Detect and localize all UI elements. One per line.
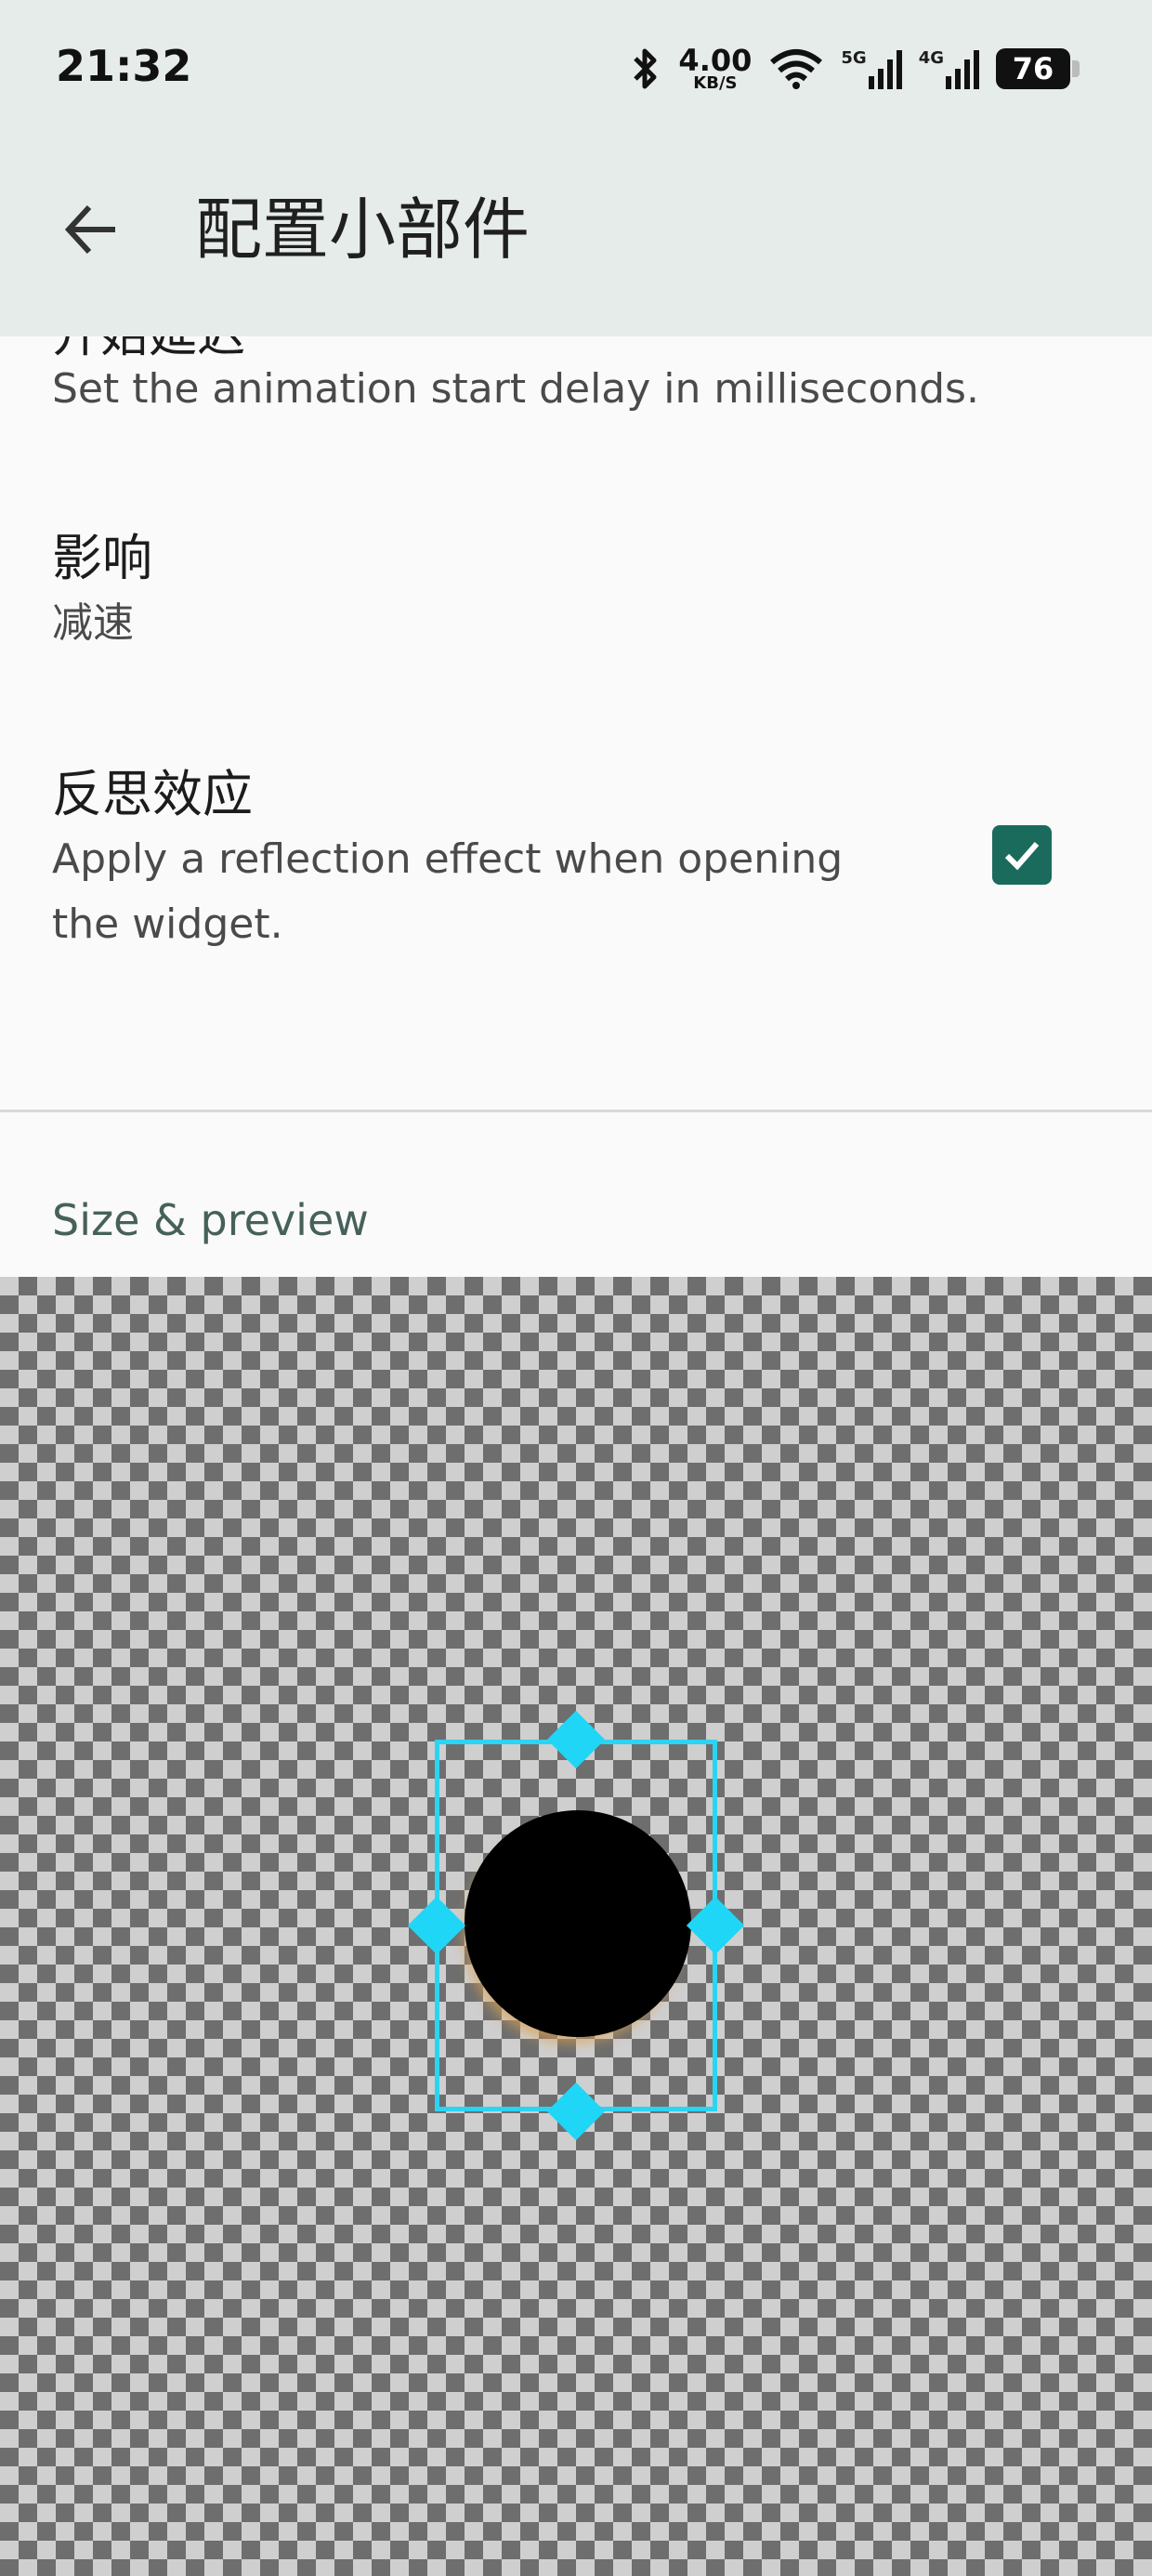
top-app-bar: 21:32 4.00 KB/S 5G 4G 76 配置小部件 [0, 0, 1152, 336]
signal-4g-icon: 4G [919, 48, 979, 89]
reflection-summary-line2: the widget. [52, 900, 283, 948]
network-speed: 4.00 KB/S [678, 43, 753, 93]
reflection-title: 反思效应 [52, 765, 253, 823]
status-time: 21:32 [56, 41, 192, 91]
battery-icon: 76 [996, 48, 1080, 89]
effect-value: 减速 [52, 599, 134, 647]
checkmark-icon [1004, 842, 1040, 871]
arrow-left-icon [64, 204, 115, 255]
signal-5g-icon: 5G [841, 48, 902, 89]
status-icons: 4.00 KB/S 5G 4G 76 [630, 41, 1080, 97]
page-title: 配置小部件 [195, 191, 530, 269]
reflection-checkbox[interactable] [992, 825, 1052, 885]
bluetooth-icon [634, 48, 657, 89]
start-delay-summary[interactable]: Set the animation start delay in millise… [52, 357, 979, 422]
reflection-summary-line1: Apply a reflection effect when opening [52, 835, 844, 883]
effect-title: 影响 [52, 529, 152, 587]
section-header-size-preview: Size & preview [52, 1195, 369, 1245]
section-divider [0, 1110, 1152, 1112]
widget-preview-circle [465, 1810, 691, 2037]
wifi-icon [770, 49, 823, 89]
back-button[interactable] [52, 191, 130, 269]
